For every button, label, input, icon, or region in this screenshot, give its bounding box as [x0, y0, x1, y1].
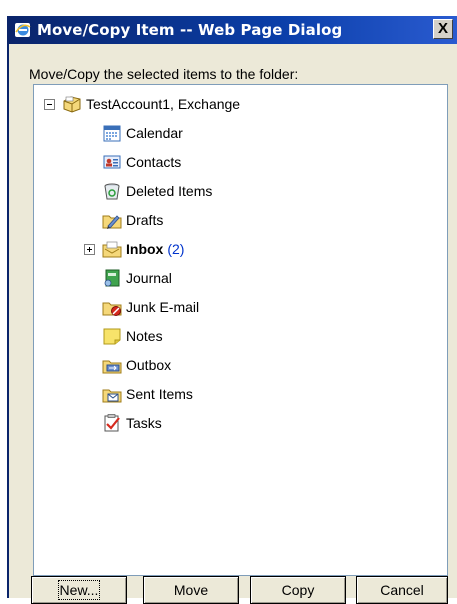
- calendar-icon: [103, 125, 121, 142]
- collapse-toggle[interactable]: [44, 99, 55, 110]
- tree-node-junk-email[interactable]: Junk E-mail: [102, 296, 199, 318]
- tree-node-outbox[interactable]: Outbox: [102, 354, 171, 376]
- tree-node-tasks[interactable]: Tasks: [102, 412, 162, 434]
- close-button[interactable]: X: [433, 19, 453, 39]
- mailbox-icon: [63, 96, 81, 113]
- tree-node-label: TestAccount1, Exchange: [86, 96, 241, 112]
- tree-node-label: Calendar: [126, 125, 183, 141]
- tree-node-testaccount1[interactable]: TestAccount1, Exchange: [62, 93, 240, 115]
- tree-node-label: Contacts: [126, 154, 182, 170]
- tasks-icon: [104, 414, 120, 432]
- contacts-icon: [103, 155, 121, 169]
- tree-node-contacts[interactable]: Contacts: [102, 151, 181, 173]
- dialog-title: Move/Copy Item -- Web Page Dialog: [37, 21, 343, 39]
- tree-node-label: Outbox: [126, 357, 172, 373]
- tree-node-label: Junk E-mail: [126, 299, 200, 315]
- tree-node-label: Journal: [126, 270, 172, 286]
- tree-node-label: Drafts: [126, 212, 164, 228]
- tree-node-journal[interactable]: Journal: [102, 267, 172, 289]
- notes-icon: [103, 328, 121, 345]
- sent-items-icon: [102, 389, 122, 403]
- inbox-icon: [102, 241, 122, 258]
- tree-node-drafts[interactable]: Drafts: [102, 209, 163, 231]
- tree-node-sent-items[interactable]: Sent Items: [102, 383, 193, 405]
- deleted-items-icon: [104, 183, 120, 200]
- junk-email-icon: [102, 302, 122, 316]
- tree-node-inbox[interactable]: Inbox (2): [102, 238, 184, 260]
- new-folder-button[interactable]: New...: [31, 576, 127, 604]
- internet-explorer-icon: [15, 23, 31, 37]
- tree-node-deleted-items[interactable]: Deleted Items: [102, 180, 212, 202]
- move-button[interactable]: Move: [143, 576, 239, 604]
- copy-button[interactable]: Copy: [250, 576, 346, 604]
- expand-toggle[interactable]: [84, 244, 95, 255]
- tree-node-label: Tasks: [126, 415, 162, 431]
- tree-node-notes[interactable]: Notes: [102, 325, 163, 347]
- folder-tree[interactable]: TestAccount1, Exchange Calendar Contacts…: [33, 84, 448, 576]
- title-bar[interactable]: Move/Copy Item -- Web Page Dialog X: [9, 16, 457, 44]
- unread-count-badge: (2): [167, 241, 185, 257]
- move-copy-dialog: Move/Copy Item -- Web Page Dialog X Move…: [7, 16, 457, 604]
- tree-node-label: Deleted Items: [126, 183, 213, 199]
- tree-node-label: Notes: [126, 328, 163, 344]
- tree-node-label: Sent Items: [126, 386, 193, 402]
- outbox-icon: [102, 360, 122, 374]
- tree-node-calendar[interactable]: Calendar: [102, 122, 183, 144]
- cancel-button[interactable]: Cancel: [356, 576, 448, 604]
- folder-prompt: Move/Copy the selected items to the fold…: [29, 66, 299, 82]
- tree-node-label: Inbox: [126, 241, 164, 257]
- journal-icon: [104, 269, 120, 287]
- drafts-icon: [102, 215, 122, 229]
